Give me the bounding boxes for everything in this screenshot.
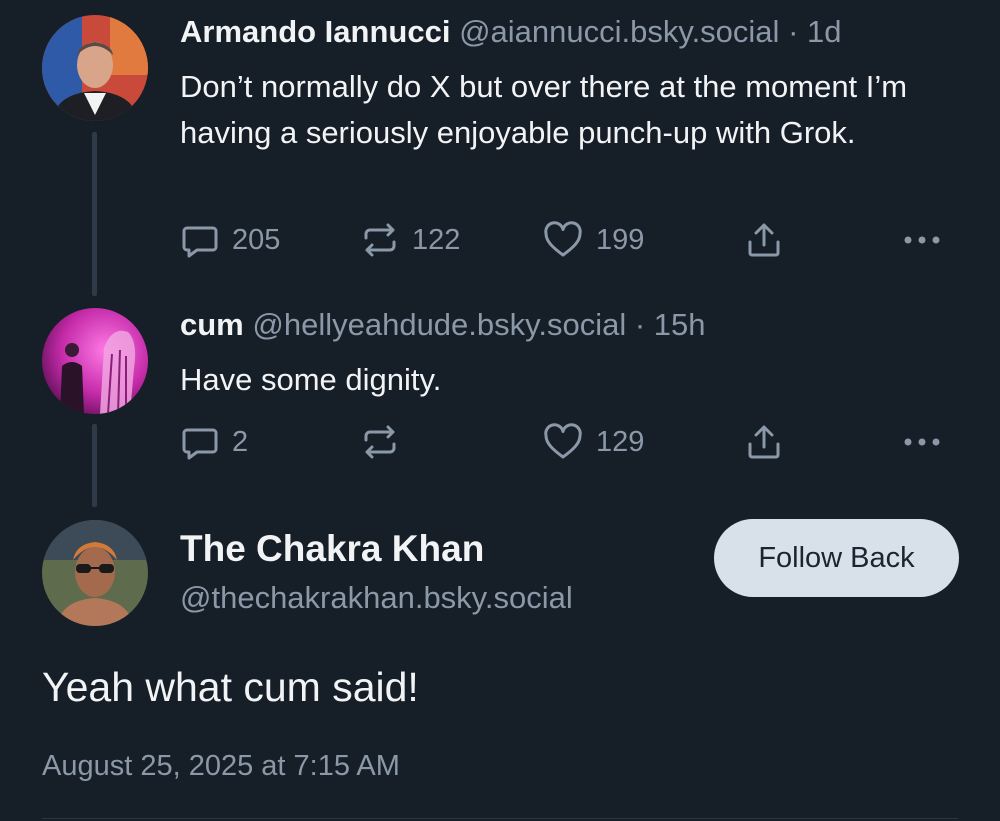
separator-dot: ·	[634, 307, 646, 342]
author-name[interactable]: Armando Iannucci	[180, 14, 450, 49]
avatar-chakra-khan-image	[42, 520, 148, 626]
avatar[interactable]	[42, 520, 148, 626]
repost-icon	[364, 425, 396, 459]
share-button[interactable]	[744, 422, 784, 462]
avatar[interactable]	[42, 308, 148, 414]
author-handle[interactable]: @thechakrakhan.bsky.social	[180, 580, 573, 616]
follow-back-button[interactable]: Follow Back	[714, 519, 959, 597]
post-thread: Armando Iannucci @aiannucci.bsky.social …	[0, 0, 1000, 821]
post-text: Yeah what cum said!	[42, 664, 419, 710]
like-icon	[544, 221, 582, 257]
post-header: Armando Iannucci @aiannucci.bsky.social …	[180, 14, 842, 50]
like-button[interactable]: 199	[542, 220, 644, 260]
repost-icon	[364, 223, 396, 257]
thread-line	[92, 132, 97, 296]
author-handle[interactable]: @hellyeahdude.bsky.social	[252, 307, 626, 342]
post-time[interactable]: 15h	[654, 307, 706, 342]
repost-button[interactable]: 122	[360, 220, 460, 260]
like-count: 199	[596, 223, 645, 256]
author-name[interactable]: The Chakra Khan	[180, 528, 484, 570]
reply-icon	[182, 226, 218, 258]
avatar-cum-image	[42, 308, 148, 414]
share-icon	[748, 425, 780, 459]
separator-dot: ·	[788, 14, 799, 49]
post-header: cum @hellyeahdude.bsky.social · 15h	[180, 307, 706, 343]
more-options-button[interactable]	[902, 220, 942, 260]
reply-button[interactable]: 205	[180, 220, 280, 260]
post-text: Don’t normally do X but over there at th…	[180, 69, 908, 150]
more-options-button[interactable]	[902, 422, 942, 462]
reply-count: 205	[232, 223, 281, 256]
post-text: Have some dignity.	[180, 362, 442, 397]
reply-count: 2	[232, 425, 249, 458]
post-time[interactable]: 1d	[807, 14, 841, 49]
like-count: 129	[596, 425, 645, 458]
author-name[interactable]: cum	[180, 307, 244, 342]
reply-icon	[182, 428, 218, 460]
share-button[interactable]	[744, 220, 784, 260]
thread-line	[92, 424, 97, 507]
avatar-armando-image	[42, 15, 148, 121]
more-icon	[904, 236, 940, 244]
author-handle[interactable]: @aiannucci.bsky.social	[459, 14, 779, 49]
repost-count: 122	[412, 223, 461, 256]
divider	[42, 818, 958, 819]
post-timestamp: August 25, 2025 at 7:15 AM	[42, 750, 400, 782]
like-button[interactable]: 129	[542, 422, 644, 462]
reply-button[interactable]: 2	[180, 422, 248, 462]
avatar[interactable]	[42, 15, 148, 121]
more-icon	[904, 438, 940, 446]
repost-button[interactable]	[360, 422, 412, 462]
like-icon	[544, 423, 582, 459]
share-icon	[748, 223, 780, 257]
